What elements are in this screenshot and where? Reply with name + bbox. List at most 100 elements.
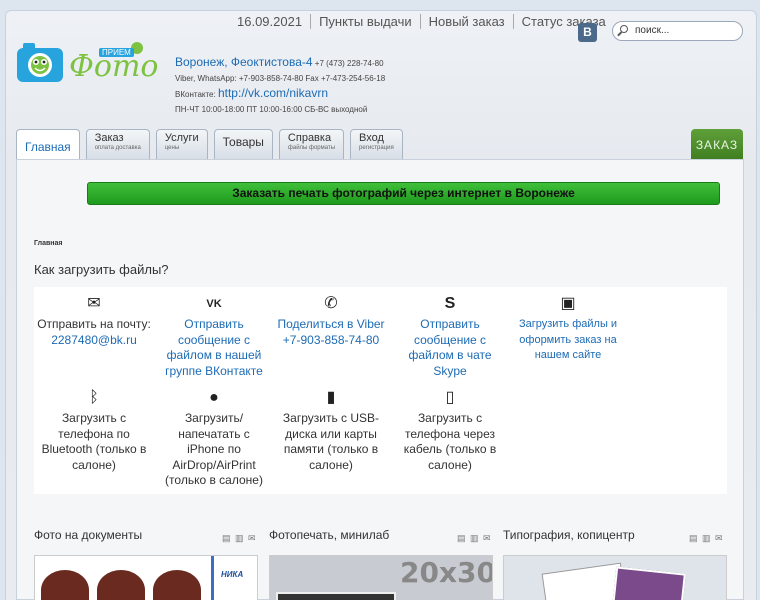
- typography-image[interactable]: [503, 555, 727, 600]
- vk-line2: сообщение с: [177, 332, 251, 347]
- tab-services-label: Услуги: [164, 132, 199, 144]
- tab-order-sub: оплата доставка: [94, 145, 141, 151]
- skype-line3: файлом в чате: [408, 348, 492, 362]
- site-line1: Загрузить файлы и: [518, 318, 618, 330]
- order-banner-button[interactable]: Заказать печать фотографий через интерне…: [87, 182, 720, 205]
- logo[interactable]: ПРИЕМ Фото: [17, 40, 158, 85]
- tab-goods[interactable]: Товары: [213, 129, 273, 159]
- usb-line4: салоне): [309, 457, 353, 472]
- tab-login-sub: регистрация: [359, 145, 394, 151]
- skype-line1: Отправить: [420, 317, 480, 331]
- ad-line2: напечатать с: [178, 426, 250, 441]
- divider: [211, 556, 214, 600]
- tab-home[interactable]: Главная: [16, 129, 80, 160]
- usb-line3: памяти (только в: [283, 442, 379, 456]
- nav-new-order[interactable]: Новый заказ: [419, 14, 513, 29]
- share-icons-typo[interactable]: ▤ ▥ ✉: [689, 533, 724, 544]
- search-icon: [620, 25, 628, 33]
- top-nav: 16.09.2021 Пункты выдачи Новый заказ Ста…: [229, 14, 614, 29]
- hours: ПН-ЧТ 10:00-18:00 ПТ 10:00-16:00 СБ-ВС в…: [175, 105, 368, 114]
- tab-login-label: Вход: [359, 132, 384, 144]
- tab-order[interactable]: Заказ оплата доставка: [85, 129, 150, 159]
- cable-line4: салоне): [428, 457, 472, 472]
- upload-vk[interactable]: VK Отправить сообщение с файлом в нашей …: [154, 295, 274, 379]
- usb-icon: ▮: [326, 389, 336, 406]
- site-line2: оформить заказ на: [519, 333, 617, 346]
- tab-help-sub: файлы форматы: [287, 145, 336, 151]
- tab-services-sub: цены: [164, 145, 180, 151]
- section-title-typo[interactable]: Типография, копицентр: [503, 528, 635, 542]
- bt-line4: салоне): [72, 457, 116, 472]
- site-line3: нашем сайте: [534, 349, 602, 361]
- usb-line2: диска или карты: [285, 426, 377, 441]
- envelope-icon: ✉: [87, 295, 101, 312]
- cable-line3: кабель (только в: [403, 442, 497, 456]
- bt-line2: телефона по: [58, 426, 130, 441]
- howto-title: Как загрузить файлы?: [34, 262, 169, 277]
- tab-services[interactable]: Услуги цены: [155, 129, 208, 159]
- phone: +7 (473) 228-74-80: [314, 59, 384, 68]
- bt-line3: Bluetooth (только в: [41, 442, 147, 456]
- share-icons-print[interactable]: ▤ ▥ ✉: [457, 533, 492, 544]
- docs-photo-image[interactable]: НИКА: [34, 555, 258, 600]
- browser-icon: ▣: [560, 295, 576, 312]
- search-input[interactable]: поиск...: [612, 21, 743, 41]
- airdrop-icon: ●: [209, 389, 219, 406]
- tab-login[interactable]: Вход регистрация: [350, 129, 403, 159]
- tab-order-label: Заказ: [94, 132, 124, 144]
- portrait-3: [153, 570, 201, 600]
- portrait-2: [97, 570, 145, 600]
- tab-help[interactable]: Справка файлы форматы: [278, 129, 345, 159]
- skype-line2: сообщение с: [413, 332, 487, 347]
- minilab-image[interactable]: 20х30: [269, 555, 493, 600]
- vk-logo-icon: VK: [206, 298, 222, 310]
- size-label: 20х30: [400, 556, 493, 589]
- upload-email: ✉ Отправить на почту: 2287480@bk.ru: [34, 295, 154, 348]
- vk-icon[interactable]: В: [578, 23, 597, 42]
- vk-label: ВКонтакте:: [175, 90, 216, 99]
- skype-line4: Skype: [433, 363, 467, 378]
- breadcrumb[interactable]: Главная: [34, 240, 62, 247]
- upload-cable: ▯ Загрузить с телефона через кабель (тол…: [390, 389, 510, 473]
- nav-order-status[interactable]: Статус заказа: [512, 14, 614, 29]
- usb-line1: Загрузить с USB-: [282, 411, 380, 425]
- skype-icon: S: [444, 295, 456, 312]
- order-tab[interactable]: ЗАКАЗ: [691, 129, 743, 161]
- bt-line1: Загрузить с: [61, 411, 127, 425]
- tab-home-label: Главная: [25, 140, 71, 154]
- cable-line1: Загрузить с: [417, 411, 483, 425]
- vk-link[interactable]: http://vk.com/nikavrn: [218, 86, 328, 100]
- upload-bluetooth: ᛒ Загрузить с телефона по Bluetooth (тол…: [34, 389, 154, 473]
- phone-cable-icon: ▯: [445, 389, 455, 406]
- email-link[interactable]: 2287480@bk.ru: [34, 333, 154, 349]
- portrait-1: [41, 570, 89, 600]
- main-tabs: Главная Заказ оплата доставка Услуги цены …: [16, 129, 409, 160]
- ad-line4: AirDrop/AirPrint: [172, 457, 256, 472]
- upload-skype[interactable]: S Отправить сообщение с файлом в чате Sk…: [390, 295, 510, 379]
- contact-info: Воронеж, Феоктистова-4 +7 (473) 228-74-8…: [175, 55, 385, 117]
- content: Заказать печать фотографий через интерне…: [16, 159, 744, 600]
- section-title-print[interactable]: Фотопечать, минилаб: [269, 528, 389, 542]
- search-placeholder: поиск...: [635, 25, 670, 36]
- share-icons-docs[interactable]: ▤ ▥ ✉: [222, 533, 257, 544]
- vk-line3: файлом в нашей: [166, 348, 262, 362]
- print-photo: [276, 592, 396, 600]
- upload-airdrop: ● Загрузить/ напечатать с iPhone по AirD…: [154, 389, 274, 489]
- tab-help-label: Справка: [287, 132, 332, 144]
- vk-line4: группе ВКонтакте: [165, 363, 263, 378]
- viber-line2: +7-903-858-74-80: [282, 332, 380, 347]
- section-title-docs[interactable]: Фото на документы: [34, 528, 142, 542]
- date: 16.09.2021: [237, 14, 303, 29]
- upload-viber[interactable]: ✆ Поделиться в Viber +7-903-858-74-80: [271, 295, 391, 348]
- upload-usb: ▮ Загрузить с USB- диска или карты памят…: [271, 389, 391, 473]
- viber-line1: Поделиться в Viber: [277, 317, 385, 331]
- messengers: Viber, WhatsApp: +7-903-858-74-80 Fax +7…: [175, 74, 386, 83]
- ad-line5: (только в салоне): [165, 473, 263, 487]
- ad-line1: Загрузить/: [184, 411, 244, 425]
- upload-site[interactable]: ▣ Загрузить файлы и оформить заказ на на…: [508, 295, 628, 364]
- email-label: Отправить на почту:: [37, 317, 151, 331]
- nika-logo: НИКА: [221, 570, 244, 579]
- nav-pickup-points[interactable]: Пункты выдачи: [310, 14, 420, 29]
- vk-line1: Отправить: [184, 317, 244, 331]
- logo-big-text: Фото: [69, 49, 159, 84]
